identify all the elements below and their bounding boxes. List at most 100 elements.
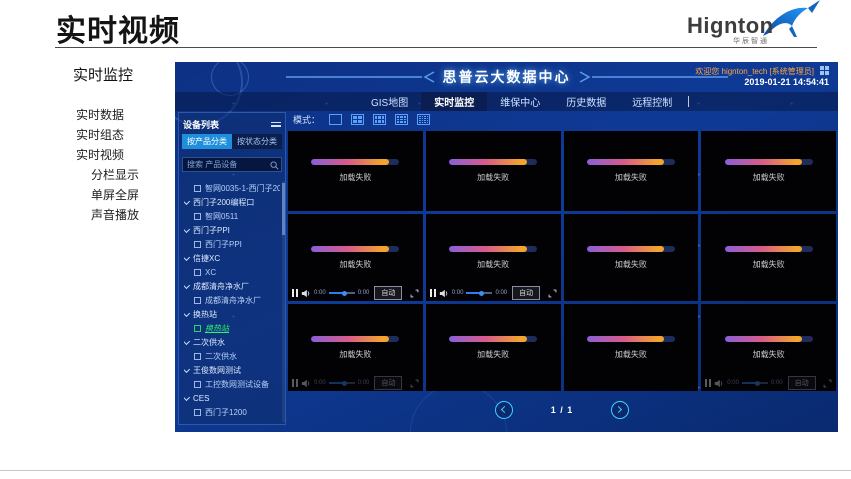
video-cell[interactable]: 加载失败	[564, 131, 699, 211]
video-cell[interactable]: 加载失败	[288, 131, 423, 211]
tree-scrollbar[interactable]	[282, 181, 285, 422]
video-cell[interactable]: 加载失败 0:00 0:00 自动	[288, 214, 423, 301]
layout-4-icon[interactable]	[351, 114, 364, 125]
video-cell[interactable]: 加载失败	[426, 131, 561, 211]
video-cell[interactable]: 加载失败	[564, 214, 699, 301]
device-item[interactable]: 换热站	[184, 321, 280, 335]
sidebar-item[interactable]: 实时视频	[76, 145, 139, 165]
device-item[interactable]: 成都清舟净水厂	[184, 293, 280, 307]
device-label: 工控数网测试设备	[205, 379, 269, 390]
layout-6-icon[interactable]	[373, 114, 386, 125]
device-item[interactable]: 西门子1200	[184, 405, 280, 419]
video-cell[interactable]: 加载失败 0:00 0:00 自动	[701, 304, 836, 391]
device-group[interactable]: 西门子PPI	[184, 223, 280, 237]
device-item[interactable]: 智网0035-1-西门子200	[184, 181, 280, 195]
pause-icon[interactable]	[292, 379, 298, 387]
device-icon	[194, 409, 201, 416]
chevron-down-icon	[184, 197, 190, 204]
layout-16-icon[interactable]	[417, 114, 430, 125]
app-window: 思普云大数据中心 欢迎您 hignton_tech [系统管理员] 2019-0…	[175, 62, 838, 432]
layout-9-icon[interactable]	[395, 114, 408, 125]
pause-icon[interactable]	[705, 379, 711, 387]
device-tree: 智网0035-1-西门子200西门子200编程口智网0511西门子PPI西门子P…	[179, 181, 280, 422]
device-label: 智网0035-1-西门子200	[205, 183, 280, 194]
nav-tab-3[interactable]: 历史数据	[553, 92, 619, 111]
device-item[interactable]: XC	[184, 265, 280, 279]
fullscreen-icon[interactable]	[548, 289, 557, 298]
time-total: 0:00	[358, 290, 370, 296]
auto-mode-button[interactable]: 自动	[374, 376, 402, 390]
sidebar-item[interactable]: 分栏显示	[76, 165, 139, 185]
volume-slider[interactable]	[329, 292, 355, 294]
device-panel-tabs: 按产品分类按状态分类	[182, 134, 282, 149]
chevron-down-icon	[184, 365, 190, 372]
fullscreen-icon[interactable]	[823, 379, 832, 388]
device-category-tab-0[interactable]: 按产品分类	[182, 134, 232, 149]
sidebar-item[interactable]: 声音播放	[76, 205, 139, 225]
load-status-text: 加载失败	[339, 259, 371, 270]
volume-slider[interactable]	[329, 382, 355, 384]
chevron-down-icon	[184, 281, 190, 288]
time-elapsed: 0:00	[452, 290, 464, 296]
video-cell[interactable]: 加载失败	[564, 304, 699, 391]
pause-icon[interactable]	[292, 289, 298, 297]
search-input[interactable]	[182, 157, 282, 172]
layout-1-icon[interactable]	[329, 114, 342, 125]
search-icon[interactable]	[270, 157, 279, 175]
device-group[interactable]: 王俊数网测试	[184, 363, 280, 377]
chevron-left-icon[interactable]	[495, 401, 513, 419]
device-group[interactable]: 信捷XC	[184, 251, 280, 265]
nav-tab-0[interactable]: GIS地图	[358, 92, 421, 111]
device-group[interactable]: 成都清舟净水厂	[184, 279, 280, 293]
load-status-text: 加载失败	[615, 259, 647, 270]
page: 实时视频 Hignton 华辰智通 实时监控 实时数据实时组态实时视频分栏显示单…	[0, 0, 851, 479]
device-group[interactable]: 西门子200编程口	[184, 195, 280, 209]
player-control-bar: 0:00 0:00 自动	[426, 285, 561, 301]
device-label: XC	[205, 268, 216, 277]
layout-options	[329, 114, 430, 125]
loading-bar	[311, 159, 399, 165]
scrollbar-thumb[interactable]	[282, 183, 285, 235]
video-cell[interactable]: 加载失败 0:00 0:00 自动	[288, 304, 423, 391]
video-cell[interactable]: 加载失败 0:00 0:00 自动	[426, 214, 561, 301]
device-item[interactable]: 智网0511	[184, 209, 280, 223]
speaker-icon[interactable]	[301, 379, 311, 388]
auto-mode-button[interactable]: 自动	[788, 376, 816, 390]
nav-tab-4[interactable]: 远程控制	[619, 92, 685, 111]
video-cell[interactable]: 加载失败	[701, 214, 836, 301]
chevron-down-icon	[184, 337, 190, 344]
nav-tab-1[interactable]: 实时监控	[421, 92, 487, 111]
sidebar-item[interactable]: 实时数据	[76, 105, 139, 125]
speaker-icon[interactable]	[714, 379, 724, 388]
fullscreen-icon[interactable]	[410, 379, 419, 388]
sidebar-item[interactable]: 实时组态	[76, 125, 139, 145]
load-status-text: 加载失败	[615, 349, 647, 360]
device-item[interactable]: 031	[184, 419, 280, 422]
mode-toolbar: 模式：	[293, 113, 430, 126]
collapse-panel-icon[interactable]	[271, 121, 281, 128]
auto-mode-button[interactable]: 自动	[512, 286, 540, 300]
grid-menu-icon[interactable]	[820, 66, 829, 75]
speaker-icon[interactable]	[301, 289, 311, 298]
device-label: 成都清舟净水厂	[193, 281, 249, 292]
device-group[interactable]: CES	[184, 391, 280, 405]
video-cell[interactable]: 加载失败	[701, 131, 836, 211]
device-group[interactable]: 二次供水	[184, 335, 280, 349]
welcome-text: 欢迎您 hignton_tech [系统管理员]	[695, 66, 814, 77]
device-group[interactable]: 换热站	[184, 307, 280, 321]
device-item[interactable]: 二次供水	[184, 349, 280, 363]
volume-slider[interactable]	[466, 292, 492, 294]
fullscreen-icon[interactable]	[410, 289, 419, 298]
volume-slider[interactable]	[742, 382, 768, 384]
device-item[interactable]: 工控数网测试设备	[184, 377, 280, 391]
auto-mode-button[interactable]: 自动	[374, 286, 402, 300]
device-item[interactable]: 西门子PPI	[184, 237, 280, 251]
video-cell[interactable]: 加载失败	[426, 304, 561, 391]
nav-tab-2[interactable]: 维保中心	[487, 92, 553, 111]
speaker-icon[interactable]	[439, 289, 449, 298]
sidebar-item[interactable]: 单屏全屏	[76, 185, 139, 205]
device-category-tab-1[interactable]: 按状态分类	[232, 134, 282, 149]
device-icon	[194, 381, 201, 388]
pause-icon[interactable]	[430, 289, 436, 297]
chevron-right-icon[interactable]	[611, 401, 629, 419]
